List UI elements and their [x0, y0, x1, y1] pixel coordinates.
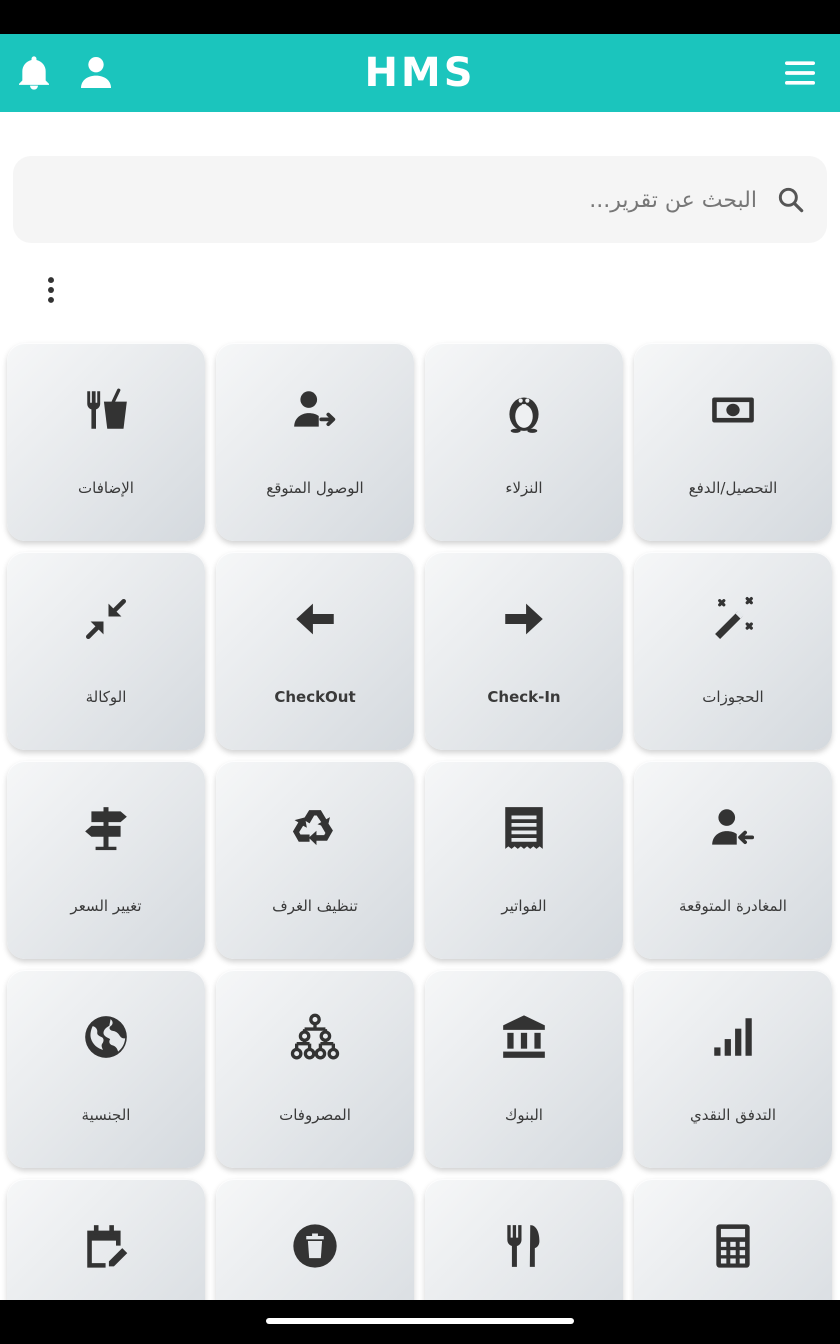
tile-expenses[interactable]: المصروفات — [216, 970, 414, 1168]
tile-label: النزلاء — [505, 479, 543, 497]
tile-nationality[interactable]: الجنسية — [7, 970, 205, 1168]
tile-cash-flow[interactable]: التدفق النقدي — [634, 970, 832, 1168]
hamburger-menu-icon[interactable] — [780, 53, 820, 93]
system-nav-bar — [0, 1300, 840, 1344]
tile-expected-departures[interactable]: المغادرة المتوقعة — [634, 761, 832, 959]
tile-payments[interactable]: التحصيل/الدفع — [634, 343, 832, 541]
calculator-icon — [708, 1221, 758, 1271]
penguin-icon — [499, 385, 549, 435]
tile-label: المغادرة المتوقعة — [679, 897, 787, 915]
tile-label: الجنسية — [81, 1106, 131, 1124]
tile-label: Check-In — [487, 688, 561, 706]
magic-wand-icon — [708, 594, 758, 644]
globe-icon — [81, 1012, 131, 1062]
tile-restaurant[interactable] — [425, 1179, 623, 1300]
receipt-icon — [499, 803, 549, 853]
bank-icon — [499, 1012, 549, 1062]
tile-deleted[interactable] — [216, 1179, 414, 1300]
tile-label: التحصيل/الدفع — [688, 479, 778, 497]
tile-label: تنظيف الغرف — [272, 897, 358, 915]
tile-label: الحجوزات — [702, 688, 764, 706]
signal-bars-icon — [708, 1012, 758, 1062]
tile-calendar[interactable] — [7, 1179, 205, 1300]
sitemap-icon — [290, 1012, 340, 1062]
tile-agency[interactable]: الوكالة — [7, 552, 205, 750]
compress-arrows-icon — [81, 594, 131, 644]
fastfood-icon — [81, 385, 131, 435]
person-arrow-left-icon — [708, 803, 758, 853]
person-arrow-right-icon — [290, 385, 340, 435]
arrow-left-icon — [290, 594, 340, 644]
tile-check-in[interactable]: Check-In — [425, 552, 623, 750]
tile-label: الوكالة — [85, 688, 127, 706]
main-content: التحصيل/الدفع النزلاء الوصول المتوقع الإ… — [0, 112, 840, 1300]
status-bar — [0, 0, 840, 34]
trash-circle-icon — [290, 1221, 340, 1271]
tile-label: الوصول المتوقع — [266, 479, 364, 497]
tile-invoices[interactable]: الفواتير — [425, 761, 623, 959]
tile-label: البنوك — [505, 1106, 543, 1124]
tile-label: تغيير السعر — [70, 897, 142, 915]
tile-label: CheckOut — [274, 688, 356, 706]
money-icon — [708, 385, 758, 435]
search-box[interactable] — [13, 156, 827, 243]
tile-label: المصروفات — [279, 1106, 351, 1124]
tile-housekeeping[interactable]: تنظيف الغرف — [216, 761, 414, 959]
signpost-icon — [81, 803, 131, 853]
tile-guests[interactable]: النزلاء — [425, 343, 623, 541]
tile-expected-arrivals[interactable]: الوصول المتوقع — [216, 343, 414, 541]
home-gesture-handle[interactable] — [266, 1318, 574, 1324]
tile-checkout[interactable]: CheckOut — [216, 552, 414, 750]
tile-reservations[interactable]: الحجوزات — [634, 552, 832, 750]
reports-grid: التحصيل/الدفع النزلاء الوصول المتوقع الإ… — [7, 343, 832, 1300]
tile-rate-change[interactable]: تغيير السعر — [7, 761, 205, 959]
tile-label: التدفق النقدي — [689, 1106, 777, 1124]
tile-extras[interactable]: الإضافات — [7, 343, 205, 541]
tile-calculator[interactable] — [634, 1179, 832, 1300]
more-options-icon[interactable] — [34, 272, 68, 308]
app-brand: HMS — [364, 50, 476, 96]
app-header: HMS — [0, 34, 840, 112]
calendar-edit-icon — [81, 1221, 131, 1271]
tile-banks[interactable]: البنوك — [425, 970, 623, 1168]
recycle-icon — [290, 803, 340, 853]
tile-label: الفواتير — [501, 897, 547, 915]
utensils-icon — [499, 1221, 549, 1271]
arrow-right-icon — [499, 594, 549, 644]
tile-label: الإضافات — [78, 479, 134, 497]
search-input[interactable] — [67, 178, 757, 222]
search-icon[interactable] — [775, 184, 807, 216]
